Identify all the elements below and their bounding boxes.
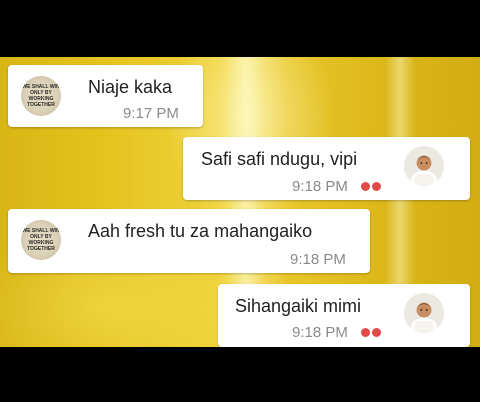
avatar-text: TOGETHER bbox=[27, 102, 55, 108]
read-dot bbox=[372, 182, 381, 191]
message-text: Safi safi ndugu, vipi bbox=[201, 149, 358, 169]
message-text: Aah fresh tu za mahangaiko bbox=[88, 221, 313, 241]
read-dot bbox=[361, 328, 370, 337]
message-time: 9:18 PM bbox=[290, 251, 346, 268]
message-bubble-incoming[interactable]: WE SHALL WIN ONLY BY WORKING TOGETHER Ni… bbox=[8, 65, 203, 127]
contact-avatar[interactable]: WE SHALL WIN ONLY BY WORKING TOGETHER bbox=[21, 76, 61, 116]
avatar-text: TOGETHER bbox=[27, 246, 55, 252]
double-red-dots-icon bbox=[361, 182, 381, 191]
read-dot bbox=[372, 328, 381, 337]
chat-thread: WE SHALL WIN ONLY BY WORKING TOGETHER Ni… bbox=[0, 57, 480, 347]
message-text: Sihangaiki mimi bbox=[235, 296, 362, 316]
baby-photo-icon bbox=[404, 293, 444, 333]
read-dot bbox=[361, 182, 370, 191]
contact-avatar[interactable]: WE SHALL WIN ONLY BY WORKING TOGETHER bbox=[21, 220, 61, 260]
message-bubble-incoming[interactable]: WE SHALL WIN ONLY BY WORKING TOGETHER Aa… bbox=[8, 209, 370, 273]
message-time: 9:17 PM bbox=[123, 105, 179, 122]
message-text: Niaje kaka bbox=[88, 77, 173, 97]
double-red-dots-icon bbox=[361, 328, 381, 337]
message-bubble-outgoing[interactable]: Safi safi ndugu, vipi 9:18 PM bbox=[183, 137, 470, 200]
baby-photo-icon bbox=[404, 146, 444, 186]
message-time: 9:18 PM bbox=[292, 178, 348, 195]
message-bubble-outgoing[interactable]: Sihangaiki mimi 9:18 PM bbox=[218, 284, 470, 347]
user-avatar[interactable] bbox=[404, 146, 444, 186]
message-time: 9:18 PM bbox=[292, 324, 348, 341]
user-avatar[interactable] bbox=[404, 293, 444, 333]
